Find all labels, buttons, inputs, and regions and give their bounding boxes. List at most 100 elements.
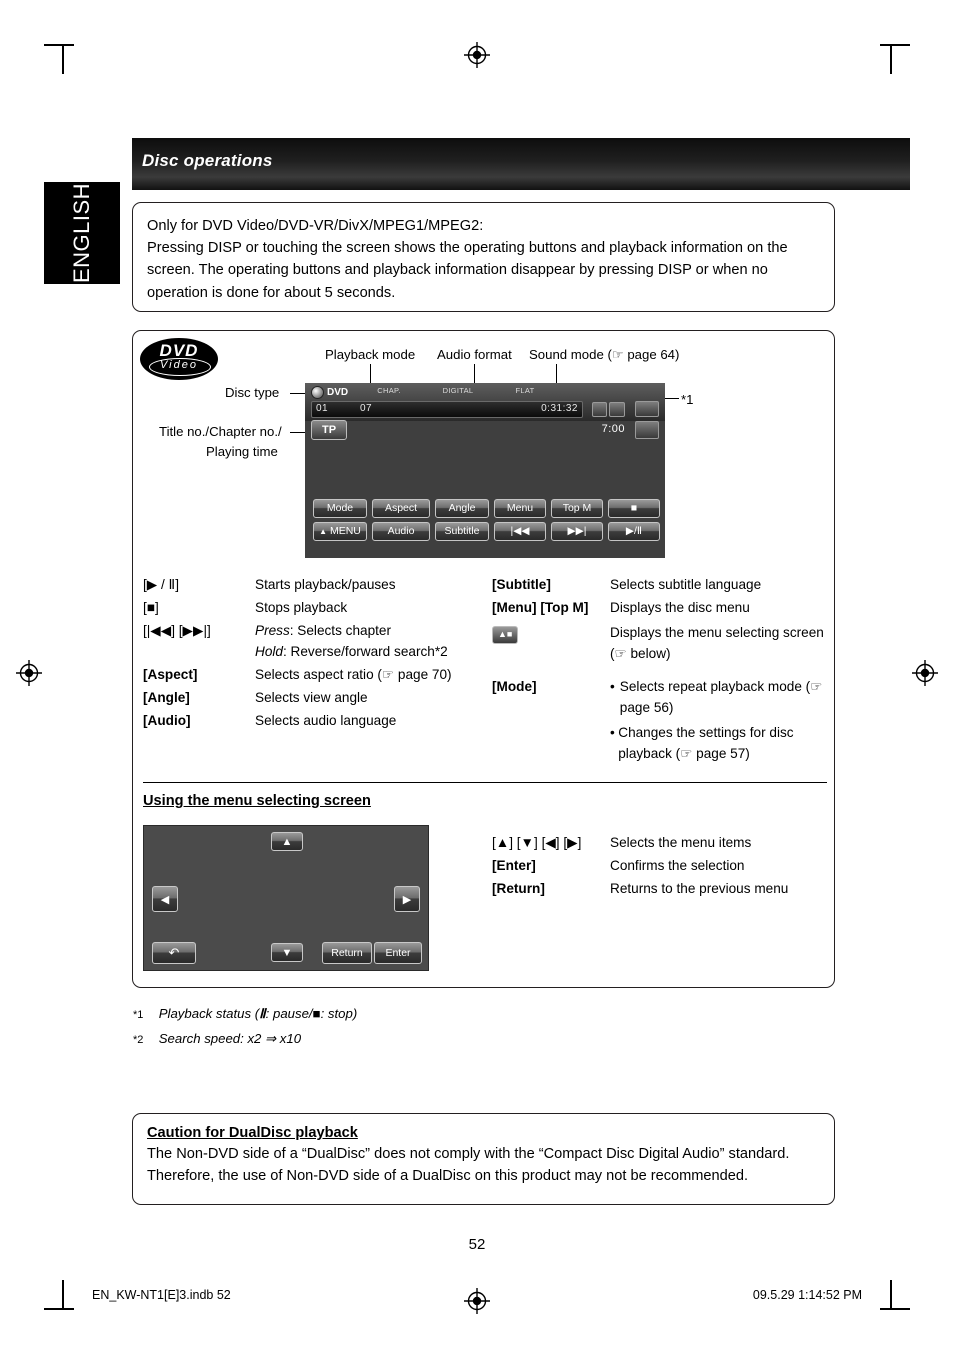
menu-button[interactable]: Menu	[494, 499, 546, 518]
footnote-1-mark: *1	[133, 1009, 144, 1021]
crop-mark	[880, 1308, 910, 1310]
key-row: [Audio] Selects audio language	[143, 710, 473, 731]
playback-status-icon	[592, 402, 607, 417]
key-row: ▲■ Displays the menu selecting screen (☞…	[492, 622, 832, 664]
dvd-video-logo: DVD Video	[140, 338, 218, 380]
callout-playing-time: Playing time	[206, 444, 278, 459]
registration-mark-right	[912, 660, 938, 686]
key-desc: Press: Selects chapter Hold: Reverse/for…	[255, 623, 448, 660]
screen-top-bar: DVD CHAP. DIGITAL FLAT 01 07 0:31:32	[305, 383, 665, 421]
document-page: ENGLISH Disc operations Only for DVD Vid…	[0, 0, 954, 1354]
key-desc: Selects view angle	[255, 690, 368, 706]
chapter-number: 07	[360, 403, 373, 414]
tp-button[interactable]: TP	[311, 420, 347, 440]
section-title: Disc operations	[142, 151, 273, 170]
key-desc: Selects subtitle language	[610, 577, 762, 592]
key-desc: Selects aspect ratio (☞ page 70)	[255, 667, 452, 683]
key-label: [Mode]	[492, 679, 537, 695]
key-desc: Displays the menu selecting screen (☞ be…	[610, 625, 824, 662]
key-row: [Angle] Selects view angle	[143, 687, 473, 708]
key-label: [Aspect]	[143, 667, 198, 683]
menu-back-button[interactable]: ↶	[152, 942, 196, 964]
key-row: [Mode] • Selects repeat playback mode (☞ …	[492, 676, 832, 764]
section-header-bar: Disc operations	[132, 138, 910, 190]
footnote-1: *1 Playback status (Ⅱ: pause/■: stop)	[133, 1006, 358, 1021]
leader-line	[474, 364, 475, 384]
menu-up-button[interactable]: ▲	[271, 832, 303, 851]
callout-audio-format: Audio format	[437, 347, 512, 362]
intro-line-1: Only for DVD Video/DVD-VR/DivX/MPEG1/MPE…	[147, 218, 484, 234]
playing-time-value: 0:31:32	[541, 403, 578, 414]
crop-mark	[880, 44, 910, 46]
footer-right: 09.5.29 1:14:52 PM	[752, 1288, 862, 1302]
menu-key-list: [▲] [▼] [◀] [▶] Selects the menu items […	[492, 832, 832, 901]
volume-up-button[interactable]	[635, 401, 659, 417]
menu-selecting-screen-illustration: ▲ ◀ ▶ ▼ ↶ Return Enter	[143, 825, 429, 971]
callout-sound-mode: Sound mode (☞ page 64)	[529, 347, 680, 362]
key-label: [▲] [▼] [◀] [▶]	[492, 835, 582, 850]
angle-button[interactable]: Angle	[435, 499, 489, 518]
key-label: [■]	[143, 600, 159, 616]
next-button[interactable]: ▶▶|	[551, 522, 603, 541]
key-label: [|◀◀] [▶▶|]	[143, 623, 211, 639]
key-row: [■] Stops playback	[143, 597, 473, 618]
key-label: [Return]	[492, 881, 545, 897]
button-row-1: Mode Aspect Angle Menu Top M ■	[313, 499, 660, 518]
key-row: [Aspect] Selects aspect ratio (☞ page 70…	[143, 664, 473, 685]
key-desc-press: Press	[255, 623, 290, 639]
key-list-right: [Subtitle] Selects subtitle language [Me…	[492, 574, 832, 767]
footer-left: EN_KW-NT1[E]3.indb 52	[92, 1288, 231, 1302]
key-row: [▶ / Ⅱ] Starts playback/pauses	[143, 574, 473, 595]
disc-type-label: DVD	[327, 387, 349, 398]
crop-mark	[890, 1280, 892, 1310]
key-desc: Starts playback/pauses	[255, 577, 396, 592]
menu-left-button[interactable]: ◀	[152, 886, 178, 912]
callout-disc-type: Disc type	[225, 385, 280, 400]
key-label: [Enter]	[492, 858, 536, 874]
volume-down-button[interactable]	[635, 421, 659, 439]
aspect-button[interactable]: Aspect	[372, 499, 430, 518]
menu-select-button[interactable]: ▲ MENU	[313, 522, 367, 541]
key-desc: Selects audio language	[255, 713, 397, 729]
previous-button[interactable]: |◀◀	[494, 522, 546, 541]
menu-down-button[interactable]: ▼	[271, 943, 303, 962]
stop-button[interactable]: ■	[608, 499, 660, 518]
key-row: [Subtitle] Selects subtitle language	[492, 574, 832, 595]
caution-text: The Non-DVD side of a “DualDisc” does no…	[147, 1146, 790, 1184]
key-desc: Displays the disc menu	[610, 600, 750, 616]
audio-button[interactable]: Audio	[372, 522, 430, 541]
sound-mode-indicator: FLAT	[515, 386, 535, 395]
key-desc: Returns to the previous menu	[610, 881, 789, 897]
key-label: [▶ / Ⅱ]	[143, 577, 180, 592]
registration-mark-left	[16, 660, 42, 686]
player-screen-illustration: DVD CHAP. DIGITAL FLAT 01 07 0:31:32 TP …	[305, 383, 665, 558]
play-pause-button[interactable]: ▶/Ⅱ	[608, 522, 660, 541]
menu-right-button[interactable]: ▶	[394, 886, 420, 912]
disc-type-indicator: DVD	[311, 386, 348, 399]
disc-icon	[311, 386, 324, 399]
key-row: [Enter] Confirms the selection	[492, 855, 832, 876]
menu-enter-button[interactable]: Enter	[374, 942, 422, 964]
key-list-left: [▶ / Ⅱ] Starts playback/pauses [■] Stops…	[143, 574, 473, 733]
intro-box: Only for DVD Video/DVD-VR/DivX/MPEG1/MPE…	[132, 202, 835, 312]
mode-button[interactable]: Mode	[313, 499, 367, 518]
key-label: [Menu] [Top M]	[492, 600, 589, 616]
menu-return-button[interactable]: Return	[322, 942, 372, 964]
footnote-2: *2 Search speed: x2 ⇒ x10	[133, 1031, 302, 1046]
crop-mark	[44, 44, 74, 46]
top-menu-button[interactable]: Top M	[551, 499, 603, 518]
section-divider	[143, 782, 827, 783]
subtitle-button[interactable]: Subtitle	[435, 522, 489, 541]
key-desc: • Selects repeat playback mode (☞ page 56…	[610, 676, 832, 764]
callout-note-ref-1: *1	[681, 392, 694, 407]
key-label: [Angle]	[143, 690, 190, 706]
key-row: [|◀◀] [▶▶|] Press: Selects chapter Hold:…	[143, 620, 473, 662]
footnote-2-mark: *2	[133, 1034, 144, 1046]
key-bullet: Changes the settings for disc playback (…	[618, 725, 794, 762]
key-desc-hold: Hold	[255, 644, 283, 660]
key-desc: Stops playback	[255, 600, 348, 616]
leader-line	[665, 398, 679, 399]
clock-display: 7:00	[601, 423, 625, 435]
callout-title-chapter: Title no./Chapter no./	[159, 424, 282, 439]
title-number: 01	[316, 403, 329, 414]
